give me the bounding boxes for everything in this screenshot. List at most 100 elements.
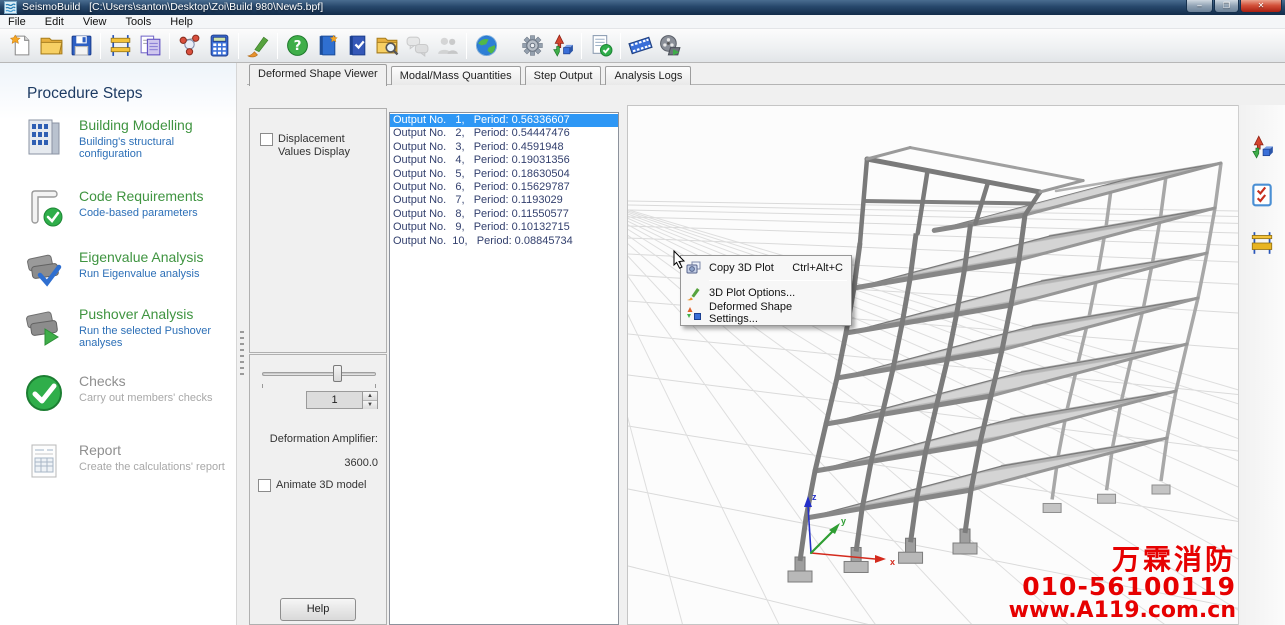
globe-icon [474,33,499,58]
output-list-item-8[interactable]: Output No. 8, Period: 0.11550577 [390,208,618,221]
user-manual-button[interactable] [312,31,342,61]
output-list-item-3[interactable]: Output No. 3, Period: 0.4591948 [390,141,618,154]
main-toolbar: ? [0,29,1285,63]
pushover-icon [22,304,66,348]
step-subtitle: Run the selected Pushover analyses [79,325,236,349]
panel-splitter[interactable] [237,63,247,625]
slider-thumb[interactable] [333,365,342,382]
checks-icon [22,371,66,415]
calculator-button[interactable] [204,31,234,61]
step-code-requirements[interactable]: Code Requirements Code-based parameters [22,186,236,230]
examples-button[interactable] [372,31,402,61]
checkbox-label: Animate 3D model [276,479,367,492]
output-list-item-1[interactable]: Output No. 1, Period: 0.56336607 [390,114,618,127]
context-menu-item-deformed-shape-settings[interactable]: Deformed Shape Settings... [683,303,849,323]
slider-tick [375,384,376,388]
tab-analysis-logs[interactable]: Analysis Logs [605,66,691,85]
help-button[interactable]: Help [280,598,356,621]
deformed-shape-settings-button[interactable] [1248,133,1276,161]
checkbox-square[interactable] [258,479,271,492]
help-contents-button[interactable]: ? [282,31,312,61]
step-title: Checks [79,373,213,389]
output-list-item-5[interactable]: Output No. 5, Period: 0.18630504 [390,168,618,181]
output-list-item-2[interactable]: Output No. 2, Period: 0.54447476 [390,127,618,140]
new-project-button[interactable] [6,31,36,61]
step-title: Building Modelling [79,117,236,133]
animation-button[interactable] [625,31,655,61]
deformed-shape-viewer-button[interactable] [547,31,577,61]
splitter-grip[interactable] [240,331,244,379]
folder-search-icon [375,33,400,58]
video-capture-button[interactable] [655,31,685,61]
frame-view-button[interactable] [1248,229,1276,257]
step-pushover-analysis[interactable]: Pushover Analysis Run the selected Pusho… [22,304,236,349]
close-button[interactable]: ✕ [1240,0,1282,13]
step-title: Code Requirements [79,188,204,204]
3d-viewport[interactable]: xzy 万霖消防 010-56100119 www.A119.com.cn [627,105,1238,625]
menu-view[interactable]: View [75,15,115,29]
molecule-icon [177,33,202,58]
model-3d-button[interactable] [174,31,204,61]
arrow-cube-icon [550,33,575,58]
context-menu-item-3d-plot-options[interactable]: 3D Plot Options... [683,283,849,303]
minimize-button[interactable]: – [1186,0,1213,13]
checkbox-label: Displacement Values Display [278,133,378,159]
doc-check-icon [589,33,614,58]
output-slider[interactable] [262,364,376,382]
context-menu-item-copy-3d-plot[interactable]: Copy 3D Plot Ctrl+Alt+C [683,258,849,278]
tutorials-button[interactable] [342,31,372,61]
feedback-button[interactable] [402,31,432,61]
output-list-item-4[interactable]: Output No. 4, Period: 0.19031356 [390,154,618,167]
plot-options-button[interactable] [243,31,273,61]
run-checks-button[interactable] [586,31,616,61]
maximize-button[interactable]: ❐ [1214,0,1239,13]
settings-button[interactable] [517,31,547,61]
tab-deformed-shape-viewer[interactable]: Deformed Shape Viewer [249,64,387,86]
procedure-steps-panel: Procedure Steps Building Modelling Build… [0,63,237,625]
step-report[interactable]: Report Create the calculations' report [22,440,236,484]
watermark-line-2: 010-56100119 [1009,574,1236,600]
output-list-item-10[interactable]: Output No. 10, Period: 0.08845734 [390,235,618,248]
title-bar[interactable]: SeismoBuild [C:\Users\santon\Desktop\Zoi… [0,0,1285,15]
checkbox-square[interactable] [260,133,273,146]
tab-step-output[interactable]: Step Output [525,66,602,85]
spinner-up-icon[interactable]: ▲ [363,392,377,401]
community-button[interactable] [432,31,462,61]
report-print-button[interactable] [135,31,165,61]
animate-3d-model-checkbox[interactable]: Animate 3D model [258,479,382,492]
save-project-button[interactable] [66,31,96,61]
website-button[interactable] [471,31,501,61]
page-new-icon [9,33,34,58]
displacement-values-checkbox[interactable]: Displacement Values Display [260,133,378,159]
analysis-content: Deformed Shape Viewer Modal/Mass Quantit… [247,63,1285,625]
output-list-item-7[interactable]: Output No. 7, Period: 0.1193029 [390,194,618,207]
menu-file[interactable]: File [0,15,34,29]
menu-item-shortcut: Ctrl+Alt+C [792,262,843,274]
help-icon: ? [285,33,310,58]
toolbar-separator [238,33,239,59]
arrow-cube-icon [1249,134,1275,160]
report-icon [138,33,163,58]
menu-help[interactable]: Help [162,15,201,29]
step-eigenvalue-analysis[interactable]: Eigenvalue Analysis Run Eigenvalue analy… [22,247,236,291]
tab-modal-mass-quantities[interactable]: Modal/Mass Quantities [391,66,521,85]
menu-tools[interactable]: Tools [118,15,160,29]
step-checks[interactable]: Checks Carry out members' checks [22,371,236,415]
output-number-spinner[interactable]: 1 ▲ ▼ [306,391,378,409]
brush-icon [246,33,271,58]
svg-text:y: y [841,516,846,526]
output-list-item-9[interactable]: Output No. 9, Period: 0.10132715 [390,221,618,234]
checks-list-button[interactable] [1248,181,1276,209]
output-list[interactable]: Output No. 1, Period: 0.56336607Output N… [389,112,619,625]
slider-groove[interactable] [262,372,376,376]
viewer-toolbar [1238,105,1285,625]
step-building-modelling[interactable]: Building Modelling Building's structural… [22,115,236,160]
checklist-icon [1249,182,1275,208]
watermark-line-3: www.A119.com.cn [1009,600,1236,622]
open-project-button[interactable] [36,31,66,61]
output-list-item-6[interactable]: Output No. 6, Period: 0.15629787 [390,181,618,194]
spinner-down-icon[interactable]: ▼ [363,401,377,409]
frame-elevation-button[interactable] [105,31,135,61]
step-subtitle: Building's structural configuration [79,136,236,160]
menu-edit[interactable]: Edit [37,15,72,29]
